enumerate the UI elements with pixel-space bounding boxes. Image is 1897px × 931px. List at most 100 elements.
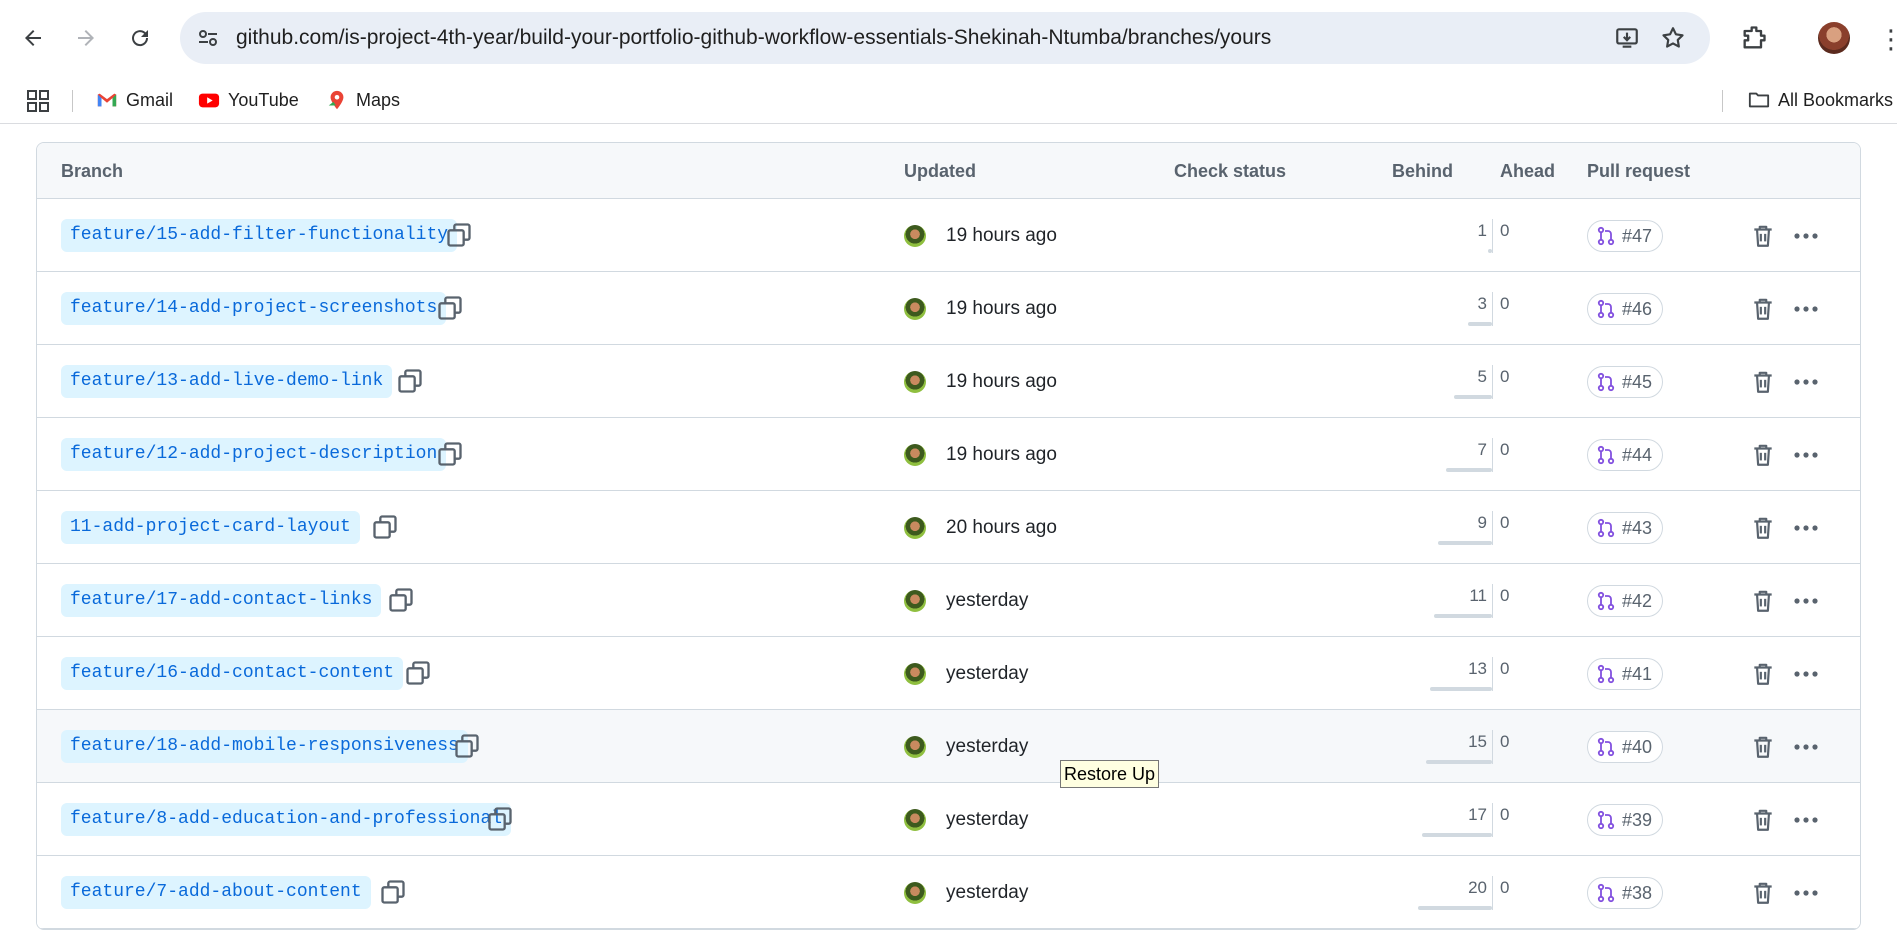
pull-request-link[interactable]: #38	[1587, 877, 1664, 909]
pull-request-link[interactable]: #39	[1587, 804, 1664, 836]
avatar[interactable]	[904, 663, 926, 685]
copy-icon[interactable]	[371, 513, 399, 541]
trash-icon[interactable]	[1750, 369, 1776, 395]
more-options-icon[interactable]	[1791, 513, 1821, 543]
more-options-icon[interactable]	[1791, 878, 1821, 908]
behind-count: 5	[1477, 367, 1487, 386]
pull-request-link[interactable]: #40	[1587, 731, 1664, 763]
branch-name-link[interactable]: feature/8-add-education-and-professional	[61, 803, 512, 836]
table-row: feature/14-add-project-screenshots 19 hou…	[37, 272, 1860, 345]
pull-request-link[interactable]: #42	[1587, 585, 1664, 617]
behind-count: 3	[1477, 294, 1487, 313]
back-button[interactable]	[15, 20, 51, 56]
branch-name-link[interactable]: feature/17-add-contact-links	[61, 584, 382, 617]
pull-request-number: #42	[1622, 590, 1653, 611]
browser-menu-icon[interactable]: ⋮	[1878, 24, 1897, 54]
trash-icon[interactable]	[1750, 807, 1776, 833]
pull-request-icon	[1597, 591, 1615, 611]
branch-name-link[interactable]: feature/18-add-mobile-responsiveness	[61, 730, 468, 763]
trash-icon[interactable]	[1750, 515, 1776, 541]
column-header-behind: Behind	[1392, 161, 1453, 181]
trash-icon[interactable]	[1750, 588, 1776, 614]
site-info-icon[interactable]	[196, 26, 220, 50]
copy-icon[interactable]	[379, 878, 407, 906]
pull-request-link[interactable]: #46	[1587, 293, 1664, 325]
address-bar[interactable]: github.com/is-project-4th-year/build-you…	[180, 12, 1710, 64]
bookmark-youtube-label: YouTube	[228, 89, 299, 110]
trash-icon[interactable]	[1750, 880, 1776, 906]
tooltip: Restore Up	[1060, 760, 1160, 788]
copy-icon[interactable]	[396, 367, 424, 395]
more-options-icon[interactable]	[1791, 586, 1821, 616]
pull-request-link[interactable]: #47	[1587, 220, 1664, 252]
copy-icon[interactable]	[486, 805, 514, 833]
branch-name-link[interactable]: feature/7-add-about-content	[61, 876, 371, 909]
behind-ahead-divider	[1492, 365, 1493, 399]
more-options-icon[interactable]	[1791, 732, 1821, 762]
copy-icon[interactable]	[436, 440, 464, 468]
forward-button[interactable]	[68, 20, 104, 56]
copy-icon[interactable]	[453, 732, 481, 760]
reload-button[interactable]	[122, 20, 158, 56]
trash-icon[interactable]	[1750, 223, 1776, 249]
pull-request-link[interactable]: #45	[1587, 366, 1664, 398]
branch-name-link[interactable]: feature/14-add-project-screenshots	[61, 292, 447, 325]
avatar[interactable]	[904, 444, 926, 466]
avatar[interactable]	[904, 882, 926, 904]
more-options-icon[interactable]	[1791, 805, 1821, 835]
all-bookmarks-button[interactable]: All Bookmarks	[1748, 86, 1893, 114]
pull-request-link[interactable]: #44	[1587, 439, 1664, 471]
more-options-icon[interactable]	[1791, 367, 1821, 397]
branches-table: Branch Updated Check status Behind Ahead…	[36, 142, 1861, 930]
apps-grid-icon[interactable]	[27, 90, 49, 112]
behind-bar	[1422, 833, 1492, 837]
avatar[interactable]	[904, 590, 926, 612]
avatar[interactable]	[904, 517, 926, 539]
copy-icon[interactable]	[445, 221, 473, 249]
ahead-count: 0	[1500, 732, 1510, 751]
copy-icon[interactable]	[436, 294, 464, 322]
avatar[interactable]	[904, 736, 926, 758]
updated-time: 19 hours ago	[946, 444, 1057, 465]
bookmark-maps[interactable]: Maps	[326, 86, 400, 114]
page-content: Branch Updated Check status Behind Ahead…	[0, 124, 1897, 931]
pull-request-link[interactable]: #41	[1587, 658, 1664, 690]
extensions-icon[interactable]	[1740, 24, 1768, 52]
trash-icon[interactable]	[1750, 442, 1776, 468]
table-row: feature/12-add-project-description 19 hou…	[37, 418, 1860, 491]
bookmark-separator	[1722, 90, 1723, 112]
more-options-icon[interactable]	[1791, 659, 1821, 689]
branch-name-link[interactable]: feature/12-add-project-description	[61, 438, 447, 471]
bookmark-youtube[interactable]: YouTube	[198, 86, 299, 114]
trash-icon[interactable]	[1750, 661, 1776, 687]
ahead-count: 0	[1500, 221, 1510, 240]
more-options-icon[interactable]	[1791, 294, 1821, 324]
branch-name-link[interactable]: feature/16-add-contact-content	[61, 657, 404, 690]
avatar[interactable]	[904, 809, 926, 831]
profile-avatar[interactable]	[1818, 22, 1850, 54]
updated-time: 19 hours ago	[946, 371, 1057, 392]
pull-request-icon	[1597, 664, 1615, 684]
branch-name-link[interactable]: feature/13-add-live-demo-link	[61, 365, 393, 398]
install-app-icon[interactable]	[1614, 25, 1640, 51]
ahead-count: 0	[1500, 659, 1510, 678]
avatar[interactable]	[904, 371, 926, 393]
more-options-icon[interactable]	[1791, 440, 1821, 470]
trash-icon[interactable]	[1750, 734, 1776, 760]
pull-request-link[interactable]: #43	[1587, 512, 1664, 544]
behind-ahead-divider	[1492, 803, 1493, 837]
copy-icon[interactable]	[387, 586, 415, 614]
bookmark-gmail[interactable]: Gmail	[96, 86, 173, 114]
trash-icon[interactable]	[1750, 296, 1776, 322]
more-options-icon[interactable]	[1791, 221, 1821, 251]
bookmark-star-icon[interactable]	[1660, 25, 1686, 51]
table-row: feature/17-add-contact-links yesterday 11 0…	[37, 564, 1860, 637]
pull-request-icon	[1597, 299, 1615, 319]
behind-count: 20	[1468, 878, 1487, 897]
avatar[interactable]	[904, 298, 926, 320]
branch-name-link[interactable]: feature/15-add-filter-functionality	[61, 219, 458, 252]
branch-name-link[interactable]: 11-add-project-card-layout	[61, 511, 360, 544]
copy-icon[interactable]	[404, 659, 432, 687]
avatar[interactable]	[904, 225, 926, 247]
ahead-count: 0	[1500, 440, 1510, 459]
